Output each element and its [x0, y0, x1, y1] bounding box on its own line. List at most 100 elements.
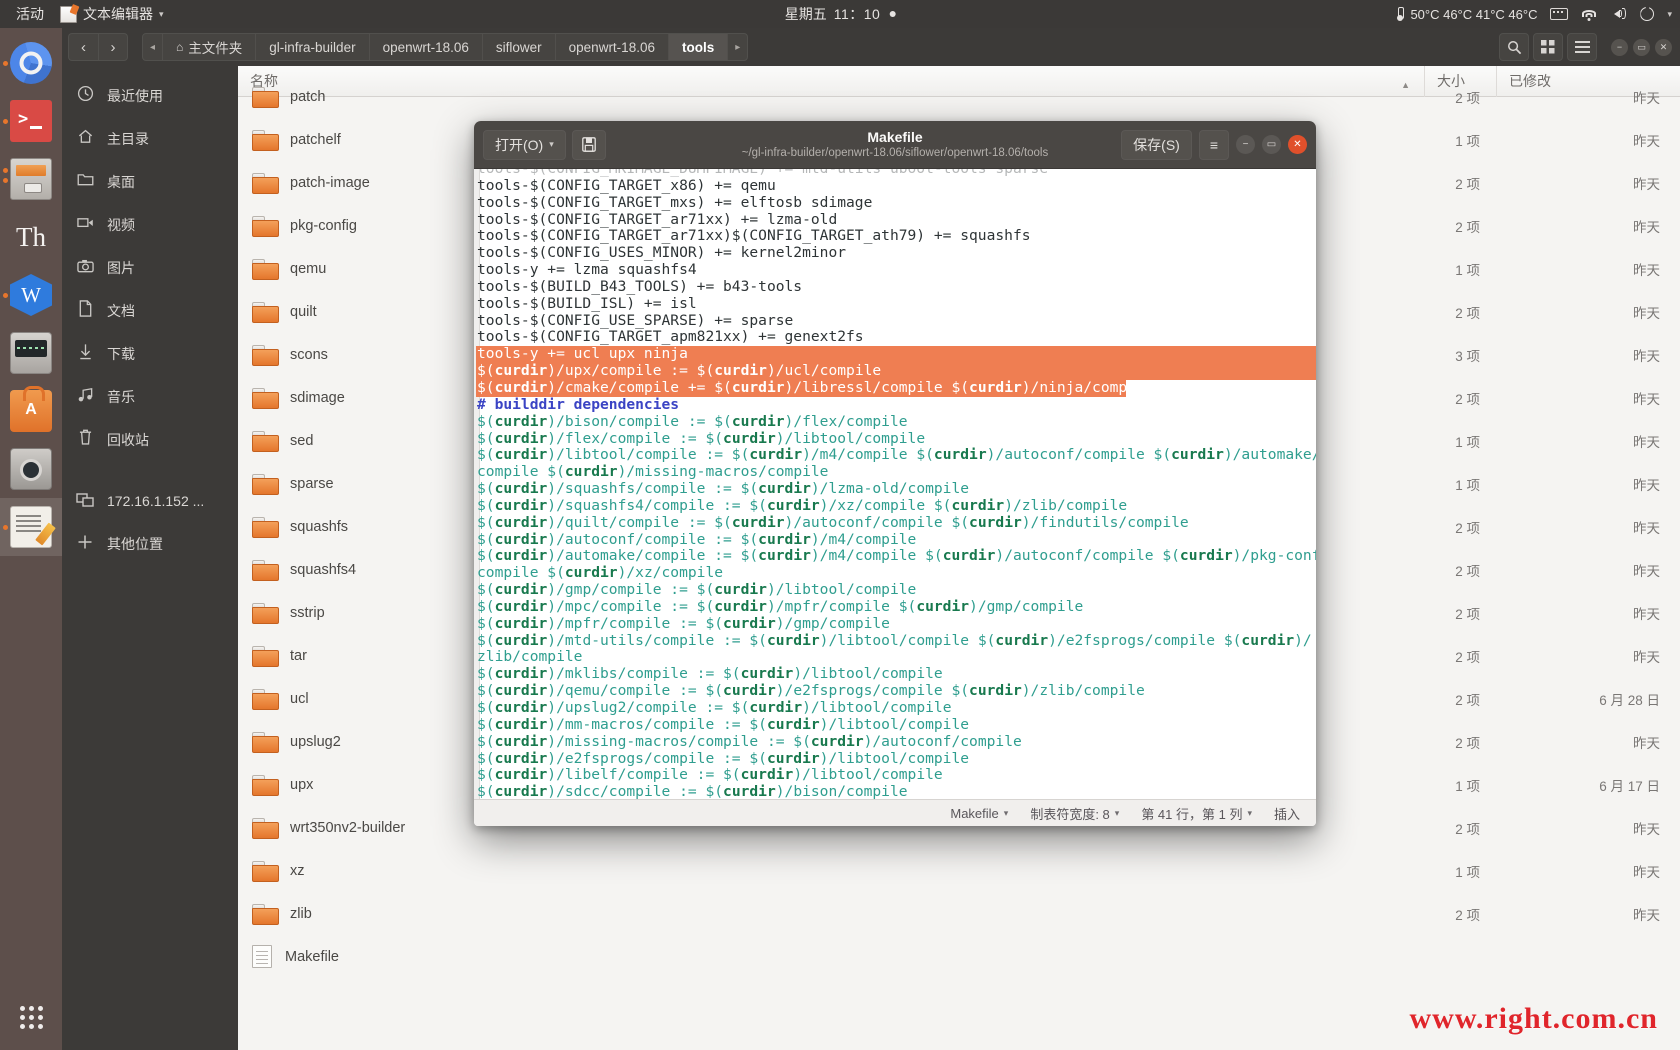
text-editor-icon [60, 5, 77, 23]
file-name-label: pkg-config [290, 217, 357, 234]
launcher-item-wps[interactable]: W [0, 266, 62, 324]
home-icon [76, 128, 94, 149]
forward-button[interactable]: › [98, 33, 128, 61]
open-file-button[interactable]: 打开(O) ▾ [483, 129, 566, 160]
breadcrumb-item-1[interactable]: gl-infra-builder [256, 34, 370, 60]
sidebar-item-6[interactable]: 下载 [62, 332, 238, 375]
cursor-position-selector[interactable]: 第 41 行，第 1 列 ▾ [1141, 804, 1252, 823]
sidebar-item-9[interactable]: 172.16.1.152 ... [62, 479, 238, 522]
file-size-cell: 2 项 [1455, 649, 1480, 665]
file-manager-icon [10, 158, 52, 200]
editor-text-area[interactable]: tools-$(CONFIG_MKIMAGE_DUMPIMAGE) += mtd… [474, 169, 1316, 799]
system-tray: 50°C 46°C 41°C 46°C ▾ [1396, 7, 1672, 22]
close-button[interactable]: ✕ [1655, 38, 1672, 56]
save-icon-button[interactable] [571, 129, 606, 160]
breadcrumb-item-3[interactable]: siflower [483, 34, 556, 60]
sidebar-item-1[interactable]: 主目录 [62, 117, 238, 160]
launcher-item-chromium[interactable] [0, 34, 62, 92]
folder-icon [252, 431, 279, 452]
places-separator [62, 461, 238, 479]
table-row[interactable]: xz 1 项 昨天 [238, 849, 1680, 892]
back-button[interactable]: ‹ [68, 33, 98, 61]
activities-button[interactable]: 活动 [10, 2, 50, 26]
code-line: # builddir dependencies [477, 395, 680, 413]
file-size-cell: 1 项 [1455, 434, 1480, 450]
editor-status-bar: Makefile ▾ 制表符宽度: 8 ▾ 第 41 行，第 1 列 ▾ 插入 [474, 799, 1316, 826]
sidebar-item-7[interactable]: 音乐 [62, 375, 238, 418]
hamburger-menu-icon[interactable]: ≡ [1198, 129, 1229, 160]
launcher-item-camera[interactable] [0, 440, 62, 498]
running-indicator-dot-icon [3, 60, 8, 66]
sidebar-item-8[interactable]: 回收站 [62, 418, 238, 461]
breadcrumb-item-label: openwrt-18.06 [568, 39, 655, 55]
maximize-button[interactable]: ▭ [1633, 38, 1650, 56]
launcher-item-software-center[interactable] [0, 382, 62, 440]
menu-icon[interactable] [1567, 33, 1597, 61]
terminal-icon [10, 100, 52, 142]
language-selector[interactable]: Makefile ▾ [950, 806, 1008, 821]
close-button[interactable]: ✕ [1288, 135, 1307, 154]
running-indicator-dot-icon [3, 118, 8, 124]
table-row[interactable]: zlib 2 项 昨天 [238, 892, 1680, 935]
wifi-icon[interactable] [1581, 8, 1597, 21]
breadcrumb-scroll-right[interactable]: ▸ [728, 34, 747, 60]
code-line: tools-$(CONFIG_USE_SPARSE) += sparse [477, 311, 794, 329]
launcher-item-files[interactable] [0, 150, 62, 208]
volume-icon[interactable] [1610, 7, 1627, 21]
launcher-item-thunderbird[interactable]: Th [0, 208, 62, 266]
save-button[interactable]: 保存(S) [1121, 129, 1192, 160]
sidebar-item-4[interactable]: 图片 [62, 246, 238, 289]
tab-width-selector[interactable]: 制表符宽度: 8 ▾ [1030, 804, 1119, 823]
breadcrumb-item-2[interactable]: openwrt-18.06 [370, 34, 483, 60]
sidebar-item-0[interactable]: 最近使用 [62, 74, 238, 117]
sidebar-item-2[interactable]: 桌面 [62, 160, 238, 203]
breadcrumb-item-5[interactable]: tools [668, 34, 729, 60]
places-sidebar: 最近使用 主目录 桌面 视频图片文档 下载 音乐 回收站 172.16.1.152 ... 其他… [62, 66, 238, 1050]
file-modified-cell: 昨天 [1633, 133, 1660, 149]
folder-icon [252, 603, 279, 624]
code-line: $(curdir)/e2fsprogs/compile := $(curdir)… [477, 749, 970, 767]
download-icon [76, 343, 94, 364]
minimize-button[interactable]: − [1236, 135, 1255, 154]
text-file-icon [252, 945, 272, 968]
editor-header-right: 保存(S) ≡ − ▭ ✕ [1121, 129, 1307, 160]
code-line: tools-y += ucl upx ninja [476, 345, 1316, 364]
chevron-down-icon: ▾ [1003, 807, 1009, 818]
table-row[interactable]: patch 2 项 昨天 [238, 75, 1680, 118]
chevron-down-icon: ▾ [1114, 807, 1120, 818]
maximize-button[interactable]: ▭ [1262, 135, 1281, 154]
temperature-indicator[interactable]: 50°C 46°C 41°C 46°C [1396, 7, 1537, 22]
breadcrumb-item-0[interactable]: ⌂ 主文件夹 [163, 34, 257, 60]
table-row[interactable]: Makefile [238, 935, 1680, 978]
power-icon[interactable] [1640, 7, 1655, 21]
sidebar-item-5[interactable]: 文档 [62, 289, 238, 332]
clock-area[interactable]: 星期五 11：10 [785, 4, 896, 24]
keyboard-icon[interactable] [1550, 8, 1569, 20]
sidebar-item-label: 图片 [107, 259, 135, 276]
launcher-dock: Th W [0, 28, 62, 1050]
system-menu-chevron-icon[interactable]: ▾ [1667, 9, 1672, 20]
sidebar-item-label: 172.16.1.152 ... [107, 492, 205, 509]
sidebar-item-10[interactable]: 其他位置 [62, 522, 238, 565]
launcher-item-audio-editor[interactable] [0, 324, 62, 382]
editor-source-code[interactable]: tools-$(CONFIG_MKIMAGE_DUMPIMAGE) += mtd… [474, 169, 1316, 799]
file-size-cell: 2 项 [1455, 176, 1480, 192]
launcher-item-terminal[interactable] [0, 92, 62, 150]
camera-icon [76, 259, 94, 277]
show-applications-button[interactable] [0, 992, 62, 1042]
software-center-icon [10, 386, 52, 432]
folder-icon [252, 130, 279, 151]
sidebar-item-3[interactable]: 视频 [62, 203, 238, 246]
running-indicator-dot-icon [3, 524, 8, 530]
grid-view-icon[interactable] [1533, 33, 1563, 61]
folder-icon [252, 216, 279, 237]
launcher-item-text-editor[interactable] [0, 498, 62, 556]
minimize-button[interactable]: − [1611, 38, 1628, 56]
code-line: zlib/compile [477, 648, 583, 666]
breadcrumb-item-4[interactable]: openwrt-18.06 [556, 34, 669, 60]
active-app-menu[interactable]: 文本编辑器 ▾ [60, 4, 164, 24]
file-modified-cell: 昨天 [1633, 563, 1660, 579]
search-icon[interactable] [1499, 33, 1529, 61]
breadcrumb-scroll-left[interactable]: ◂ [143, 34, 164, 60]
file-name-cell: xz [238, 861, 1424, 882]
